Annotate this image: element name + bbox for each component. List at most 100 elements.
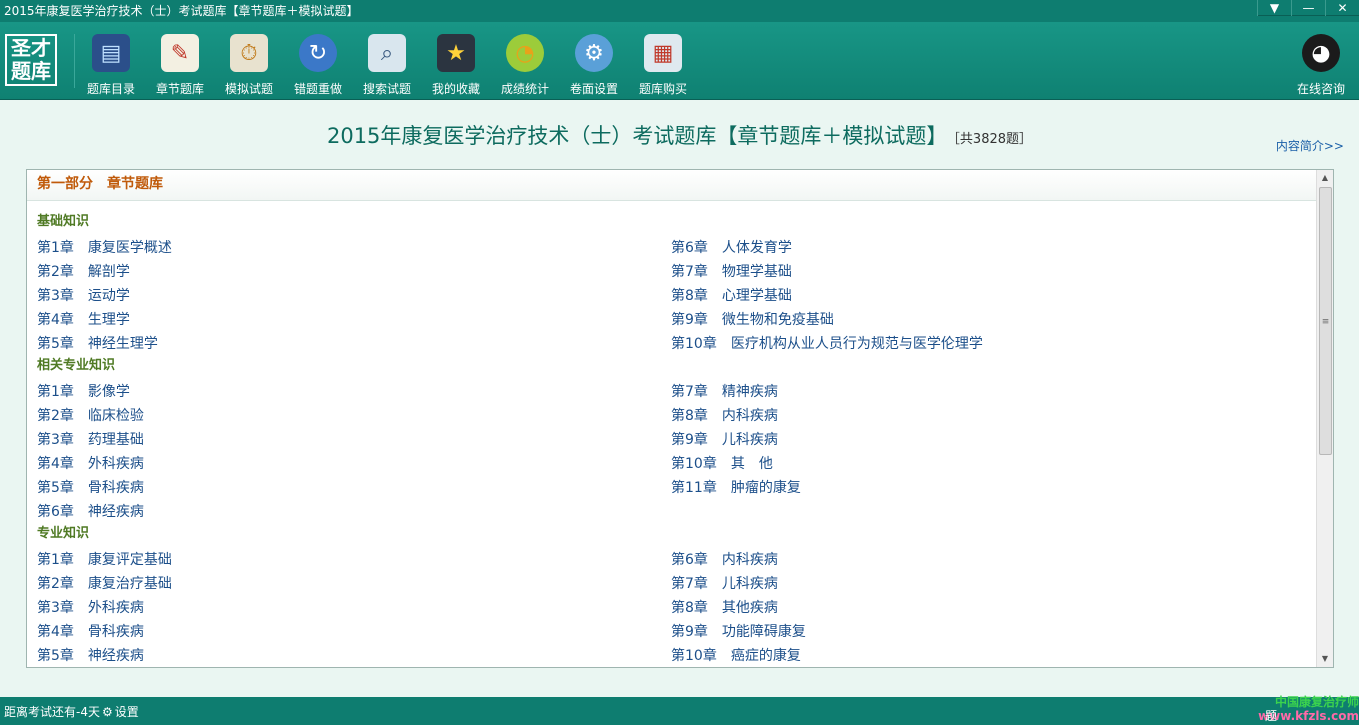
- minimize-button[interactable]: —: [1291, 0, 1325, 16]
- chapter-link[interactable]: 第4章 骨科疾病: [37, 620, 671, 644]
- chapter-list: 基础知识 第1章 康复医学概述 第2章 解剖学 第3章 运动学 第4章 生理学 第5章神…: [37, 212, 1307, 667]
- toolbar-label: 章节题库: [155, 82, 204, 96]
- toolbar-button-chapters[interactable]: ✎ 章节题库: [148, 30, 212, 96]
- monitor-icon: ▤: [92, 34, 130, 72]
- window-controls: ▼ — ✕: [1257, 0, 1359, 16]
- intro-link[interactable]: 内容简介>>: [1276, 137, 1344, 154]
- chapter-link[interactable]: 第7章 儿科疾病: [671, 572, 1305, 596]
- page-title: 2015年康复医学治疗技术（士）考试题库【章节题库＋模拟试题】 ［共3828题］: [0, 120, 1359, 150]
- settings-link[interactable]: 设置: [115, 705, 139, 719]
- chapter-link[interactable]: 第3章 外科疾病: [37, 596, 671, 620]
- chapter-column-right: 第6章 人体发育学 第7章 物理学基础 第8章 心理学基础 第9章 微生物和免疫基础 第…: [671, 236, 1305, 356]
- chapter-link[interactable]: 第10章其 他: [671, 452, 1305, 476]
- toolbar-label: 我的收藏: [431, 82, 480, 96]
- chapter-column-right: 第7章 精神疾病 第8章 内科疾病 第9章 儿科疾病 第10章其 他 第11章 肿瘤的康…: [671, 380, 1305, 524]
- toolbar-button-search[interactable]: ⌕ 搜索试题: [355, 30, 419, 96]
- group-title: 基础知识: [37, 214, 90, 229]
- chapter-link[interactable]: 第8章 内科疾病: [671, 404, 1305, 428]
- scroll-down-button[interactable]: ▼: [1317, 651, 1333, 667]
- scroll-thumb[interactable]: ≡: [1319, 187, 1332, 455]
- chapter-link[interactable]: 第6章 神经疾病: [37, 500, 671, 524]
- window-titlebar: 2015年康复医学治疗技术（士）考试题库【章节题库＋模拟试题】: [0, 0, 1359, 22]
- chapter-grid: 第1章 康复评定基础 第2章 康复治疗基础 第3章 外科疾病 第4章 骨科疾病 第5章神…: [37, 548, 1307, 667]
- toolbar-button-statistics[interactable]: ◔ 成绩统计: [493, 30, 557, 96]
- chapter-link[interactable]: 第5章 神经生理学: [37, 332, 671, 356]
- window-title: 2015年康复医学治疗技术（士）考试题库【章节题库＋模拟试题】: [4, 4, 359, 18]
- toolbar-label: 题库目录: [86, 82, 135, 96]
- chapter-link[interactable]: 第1章 影像学: [37, 380, 671, 404]
- group-title: 相关专业知识: [37, 358, 116, 373]
- chapter-link[interactable]: 第6章 内科疾病: [671, 548, 1305, 572]
- chapter-link[interactable]: 第5章 骨科疾病: [37, 476, 671, 500]
- chapter-link[interactable]: 第11章 肿瘤的康复: [671, 476, 1305, 500]
- chapter-link[interactable]: 第1章 康复医学概述: [37, 236, 671, 260]
- toolbar-label: 卷面设置: [569, 82, 618, 96]
- gear-icon[interactable]: ⚙: [102, 705, 113, 719]
- chapter-link[interactable]: 第4章 外科疾病: [37, 452, 671, 476]
- chapter-link[interactable]: 第2章 临床检验: [37, 404, 671, 428]
- toolbar-label: 模拟试题: [224, 82, 273, 96]
- chapter-link[interactable]: 第2章 康复治疗基础: [37, 572, 671, 596]
- notepad-icon: ✎: [161, 34, 199, 72]
- close-button[interactable]: ✕: [1325, 0, 1359, 16]
- menu-dropdown-button[interactable]: ▼: [1257, 0, 1291, 16]
- cart-card-icon: ▦: [644, 34, 682, 72]
- section-header: 第一部分 章节题库: [27, 170, 1317, 201]
- section-name: 章节题库: [107, 176, 163, 192]
- exam-countdown: 距离考试还有-4天: [4, 705, 100, 719]
- chapter-link[interactable]: 第1章 康复评定基础: [37, 548, 671, 572]
- toolbar-button-mock-exam[interactable]: ⏱ 模拟试题: [217, 30, 281, 96]
- toolbar-label: 成绩统计: [500, 82, 549, 96]
- chapter-link[interactable]: 第5章 神经疾病: [37, 644, 671, 667]
- toolbar-button-paper-settings[interactable]: ⚙ 卷面设置: [562, 30, 626, 96]
- toolbar-button-favorites[interactable]: ★ 我的收藏: [424, 30, 488, 96]
- chapter-panel: 第一部分 章节题库 基础知识 第1章 康复医学概述 第2章 解剖学 第3章 运动学 第4…: [26, 169, 1334, 668]
- status-stub: 题: [1264, 709, 1277, 723]
- toolbar-divider: [74, 34, 75, 88]
- book-star-icon: ★: [437, 34, 475, 72]
- refresh-arrow-icon: ↻: [299, 34, 337, 72]
- chapter-link[interactable]: 第9章 功能障碍康复: [671, 620, 1305, 644]
- chapter-column-right: 第6章 内科疾病 第7章 儿科疾病 第8章 其他疾病 第9章 功能障碍康复 第10章 癌症…: [671, 548, 1305, 667]
- logo-line-1: 圣才: [11, 36, 51, 60]
- scroll-up-button[interactable]: ▲: [1317, 170, 1333, 186]
- section-part: 第一部分: [37, 176, 93, 192]
- toolbar-button-purchase[interactable]: ▦ 题库购买: [631, 30, 695, 96]
- watermark: 题 中国康复治疗师 www.kfzls.com: [1258, 695, 1359, 723]
- chapter-grid: 第1章 影像学 第2章 临床检验 第3章 药理基础 第4章 外科疾病 第5章 骨科疾病 第…: [37, 380, 1307, 524]
- chapter-link[interactable]: 第8章 心理学基础: [671, 284, 1305, 308]
- toolbar-button-online-support[interactable]: ◕ 在线咨询: [1289, 30, 1353, 96]
- chapter-link[interactable]: 第9章 儿科疾病: [671, 428, 1305, 452]
- chapter-link[interactable]: 第4章 生理学: [37, 308, 671, 332]
- magnifier-icon: ⌕: [368, 34, 406, 72]
- chapter-link[interactable]: 第10章 癌症的康复: [671, 644, 1305, 667]
- toolbar-button-catalog[interactable]: ▤ 题库目录: [79, 30, 143, 96]
- brand-watermark: 中国康复治疗师: [1274, 695, 1359, 709]
- vertical-scrollbar[interactable]: ▲ ≡ ▼: [1316, 170, 1333, 667]
- chapter-link[interactable]: 第2章 解剖学: [37, 260, 671, 284]
- chapter-link[interactable]: 第10章 医疗机构从业人员行为规范与医学伦理学: [671, 332, 1305, 356]
- status-bar: 距离考试还有-4天 ⚙ 设置 题 中国康复治疗师 www.kfzls.com: [0, 695, 1359, 725]
- chapter-link[interactable]: 第7章 物理学基础: [671, 260, 1305, 284]
- chapter-link[interactable]: 第3章 运动学: [37, 284, 671, 308]
- chapter-column-left: 第1章 康复医学概述 第2章 解剖学 第3章 运动学 第4章 生理学 第5章 神经生理学: [37, 236, 671, 356]
- toolbar-button-redo-errors[interactable]: ↻ 错题重做: [286, 30, 350, 96]
- chapter-link[interactable]: 第7章 精神疾病: [671, 380, 1305, 404]
- chapter-link[interactable]: 第8章 其他疾病: [671, 596, 1305, 620]
- question-count: ［共3828题］: [953, 132, 1033, 147]
- settings-gear-icon: ⚙: [575, 34, 613, 72]
- toolbar-label: 搜索试题: [362, 82, 411, 96]
- chapter-grid: 第1章 康复医学概述 第2章 解剖学 第3章 运动学 第4章 生理学 第5章 神经生理学 …: [37, 236, 1307, 356]
- chapter-link[interactable]: 第3章 药理基础: [37, 428, 671, 452]
- logo-line-2: 题库: [11, 59, 51, 83]
- pie-chart-icon: ◔: [506, 34, 544, 72]
- chapter-link[interactable]: 第9章 微生物和免疫基础: [671, 308, 1305, 332]
- chapter-column-left: 第1章 康复评定基础 第2章 康复治疗基础 第3章 外科疾病 第4章 骨科疾病 第5章神…: [37, 548, 671, 667]
- toolbar-label: 题库购买: [638, 82, 687, 96]
- qq-penguin-icon: ◕: [1302, 34, 1340, 72]
- app-logo: 圣才 题库: [5, 34, 57, 86]
- toolbar-label: 错题重做: [293, 82, 342, 96]
- chapter-column-left: 第1章 影像学 第2章 临床检验 第3章 药理基础 第4章 外科疾病 第5章 骨科疾病 第…: [37, 380, 671, 524]
- chapter-link[interactable]: 第6章 人体发育学: [671, 236, 1305, 260]
- clipboard-clock-icon: ⏱: [230, 34, 268, 72]
